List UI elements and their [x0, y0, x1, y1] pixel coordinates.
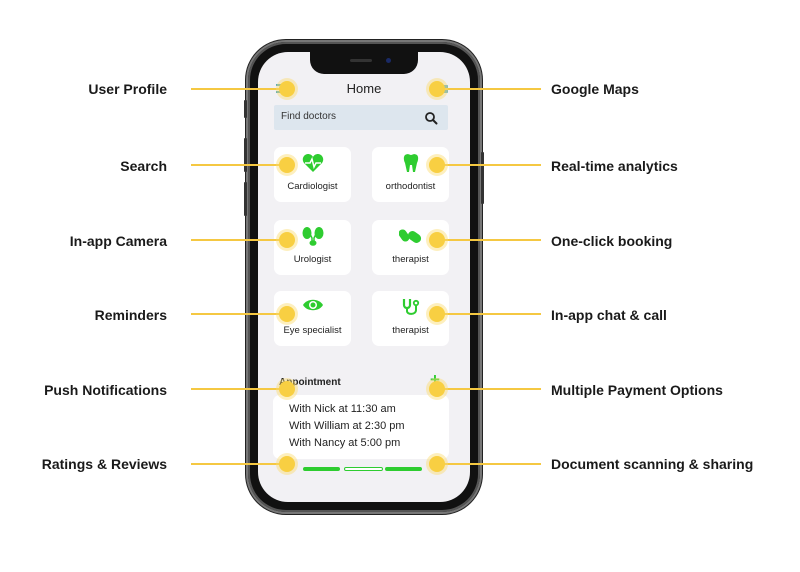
hotspot-one-click-booking[interactable] — [426, 229, 448, 251]
hotspot-real-time-analytics[interactable] — [426, 154, 448, 176]
phone-side-button — [244, 100, 247, 118]
connector-line — [437, 463, 541, 465]
connector-line — [191, 239, 287, 241]
feature-label-push-notifications: Push Notifications — [44, 382, 167, 398]
app-screen: Home Find doctors Cardiologist orthodont… — [258, 52, 470, 502]
hotspot-search[interactable] — [276, 154, 298, 176]
kidneys-icon — [302, 227, 323, 246]
specialty-name: therapist — [392, 254, 429, 265]
connector-line — [437, 88, 541, 90]
phone-notch — [310, 52, 418, 74]
feature-label-google-maps: Google Maps — [551, 81, 639, 97]
connector-line — [191, 463, 287, 465]
hotspot-ratings-reviews[interactable] — [276, 453, 298, 475]
connector-line — [191, 388, 287, 390]
feature-label-document-scanning: Document scanning & sharing — [551, 456, 754, 472]
feature-label-in-app-chat-call: In-app chat & call — [551, 307, 667, 323]
connector-line — [191, 313, 287, 315]
tooth-icon — [403, 154, 418, 172]
stethoscope-icon — [402, 299, 419, 315]
pager-dot-2[interactable] — [344, 467, 383, 471]
hotspot-in-app-camera[interactable] — [276, 229, 298, 251]
phone-volume-up — [244, 138, 247, 172]
hotspot-document-scanning[interactable] — [426, 453, 448, 475]
heart-pulse-icon — [302, 154, 323, 172]
pills-icon — [398, 229, 421, 243]
front-camera — [386, 58, 391, 63]
connector-line — [437, 239, 541, 241]
phone-mockup: Home Find doctors Cardiologist orthodont… — [244, 42, 484, 512]
connector-line — [437, 313, 541, 315]
feature-label-in-app-camera: In-app Camera — [69, 233, 167, 249]
speaker-grille — [350, 59, 372, 62]
appointment-list: With Nick at 11:30 am With William at 2:… — [273, 395, 449, 459]
connector-line — [191, 164, 287, 166]
feature-label-user-profile: User Profile — [88, 81, 167, 97]
appointment-item[interactable]: With Nancy at 5:00 pm — [289, 437, 400, 449]
specialty-name: Eye specialist — [283, 325, 342, 336]
connector-line — [437, 164, 541, 166]
eye-icon — [302, 299, 323, 311]
feature-label-ratings-reviews: Ratings & Reviews — [41, 456, 167, 472]
feature-label-one-click-booking: One-click booking — [551, 233, 673, 249]
hotspot-push-notifications[interactable] — [276, 378, 298, 400]
feature-label-search: Search — [120, 158, 167, 174]
pager-dot-1[interactable] — [303, 467, 340, 471]
search-placeholder: Find doctors — [281, 111, 337, 122]
specialty-name: Urologist — [293, 254, 332, 265]
hotspot-in-app-chat-call[interactable] — [426, 303, 448, 325]
search-icon[interactable] — [424, 111, 438, 125]
hotspot-user-profile[interactable] — [276, 78, 298, 100]
connector-line — [437, 388, 541, 390]
hotspot-multiple-payment-options[interactable] — [426, 378, 448, 400]
phone-power-button — [481, 152, 484, 204]
pager-dot-3[interactable] — [385, 467, 422, 471]
appointment-item[interactable]: With Nick at 11:30 am — [289, 403, 396, 415]
connector-line — [191, 88, 287, 90]
appointment-item[interactable]: With William at 2:30 pm — [289, 420, 405, 432]
search-input[interactable]: Find doctors — [274, 105, 448, 130]
feature-label-real-time-analytics: Real-time analytics — [551, 158, 678, 174]
feature-label-multiple-payment-options: Multiple Payment Options — [551, 382, 723, 398]
hotspot-reminders[interactable] — [276, 303, 298, 325]
specialty-name: orthodontist — [385, 181, 436, 192]
phone-volume-down — [244, 182, 247, 216]
feature-label-reminders: Reminders — [94, 307, 167, 323]
specialty-name: therapist — [392, 325, 429, 336]
specialty-name: Cardiologist — [287, 181, 338, 192]
hotspot-google-maps[interactable] — [426, 78, 448, 100]
